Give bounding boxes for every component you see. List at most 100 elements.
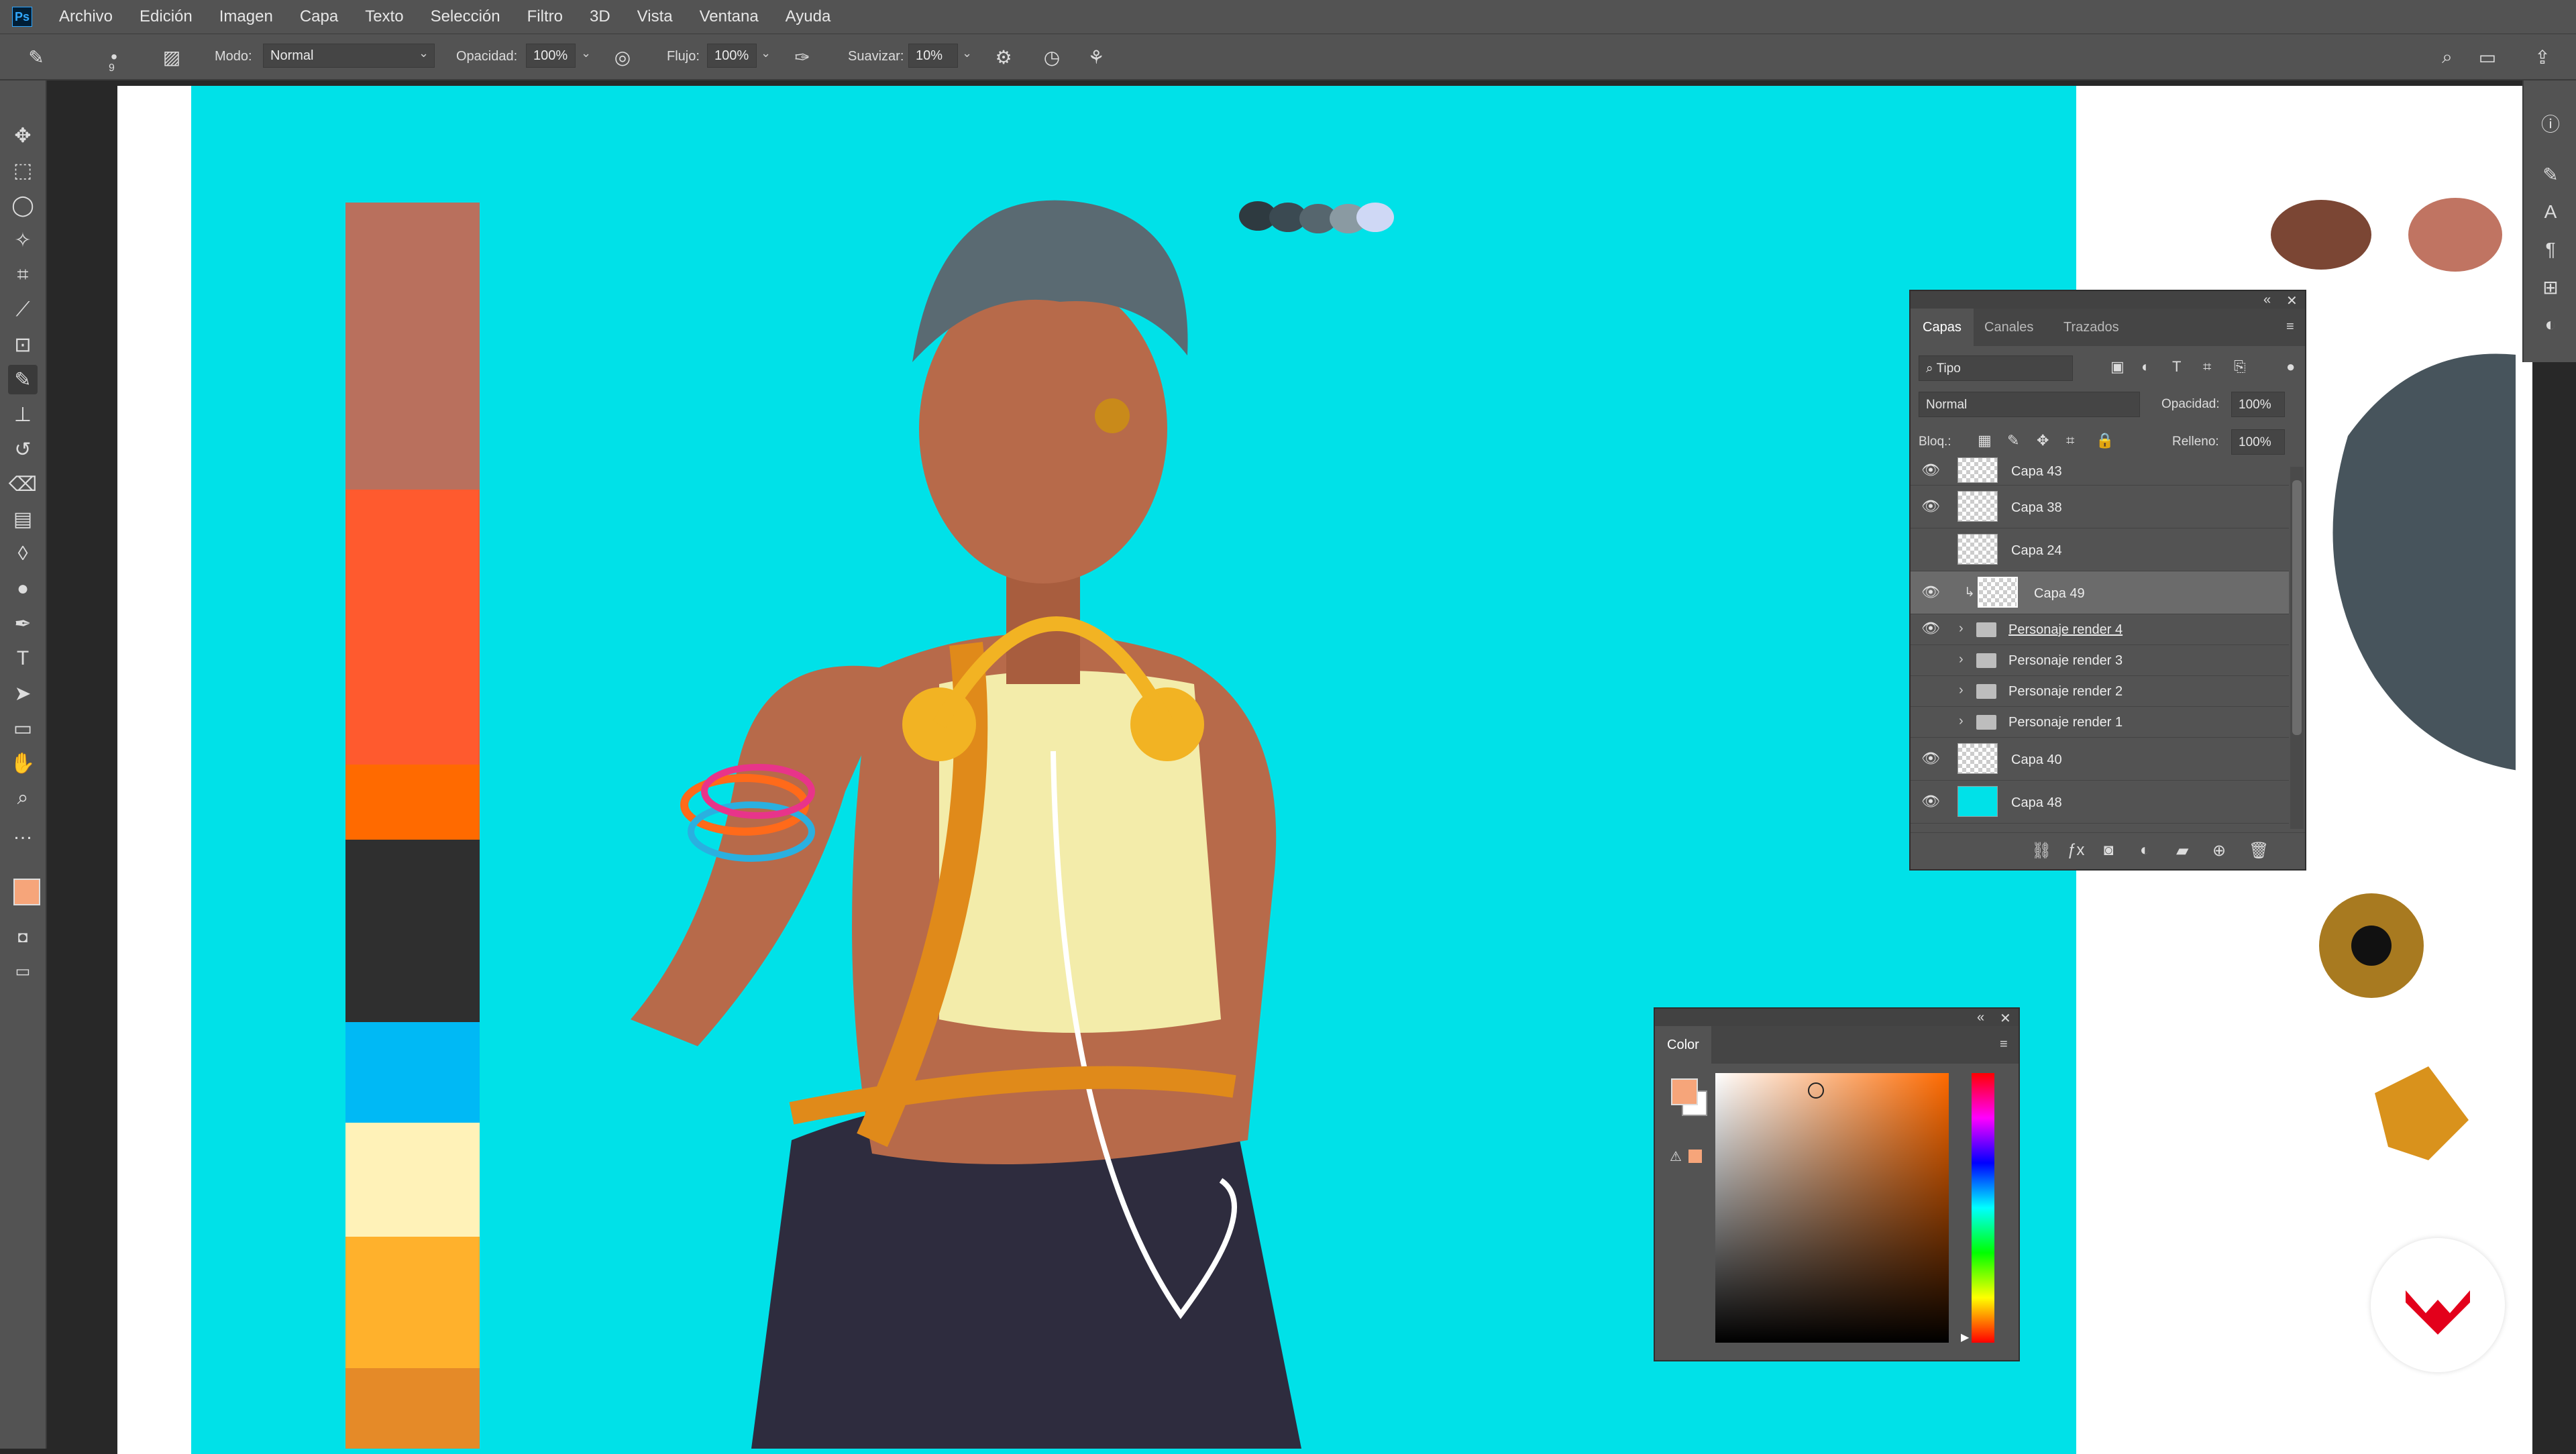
eye-hidden-icon[interactable]: 👁 (1921, 541, 1940, 558)
collapse-icon[interactable]: « (1977, 1010, 1984, 1025)
path-select-icon[interactable]: ➤ (8, 679, 38, 708)
search-icon[interactable]: ⌕ (2434, 44, 2461, 70)
pen-icon[interactable]: ✒ (8, 609, 38, 638)
airbrush-icon[interactable]: ✑ (789, 44, 816, 70)
mode-select[interactable]: Normal (263, 44, 435, 68)
photoshop-logo-icon[interactable]: Ps (12, 7, 32, 27)
blur-icon[interactable]: ◊ (8, 539, 38, 569)
rectangle-icon[interactable]: ▭ (8, 714, 38, 743)
layer-row[interactable]: 👁 Capa 38 (1911, 486, 2289, 528)
brush-angle-icon[interactable]: ◷ (1038, 44, 1065, 70)
screen-mode-icon[interactable]: ▭ (8, 956, 38, 986)
add-mask-icon[interactable]: ◙ (2104, 841, 2114, 860)
pressure-opacity-icon[interactable]: ◎ (609, 44, 636, 70)
adjustment-layer-icon[interactable]: ◐ (2140, 841, 2150, 860)
brush-settings-panel-icon[interactable]: ✎ (2537, 161, 2564, 188)
chevron-down-icon[interactable]: ⌄ (581, 46, 591, 60)
menu-texto[interactable]: Texto (365, 7, 403, 26)
share-icon[interactable]: ⇪ (2529, 44, 2556, 70)
panel-menu-icon[interactable]: ≡ (2286, 319, 2294, 335)
marquee-icon[interactable]: ⬚ (8, 156, 38, 185)
filter-adjustment-icon[interactable]: ◐ (2141, 358, 2150, 376)
layer-row[interactable]: 👁 Capa 40 (1911, 738, 2289, 781)
layer-group-row[interactable]: 👁 › Personaje render 4 (1911, 614, 2289, 645)
hand-icon[interactable]: ✋ (8, 748, 38, 778)
libraries-icon[interactable]: ⊞ (2537, 274, 2564, 300)
panel-header[interactable]: « ✕ (1911, 291, 2305, 309)
layer-fill-input[interactable]: 100% (2231, 429, 2285, 455)
move-icon[interactable]: ✥ (8, 121, 38, 150)
close-icon[interactable]: ✕ (2000, 1010, 2011, 1027)
filter-smart-object-icon[interactable]: ⎘ (2234, 358, 2246, 376)
filter-shape-icon[interactable]: ⌗ (2203, 358, 2211, 376)
eyedropper-icon[interactable]: ⟋ (8, 295, 38, 325)
opacity-input[interactable]: 100% (526, 44, 576, 68)
eye-icon[interactable]: 👁 (1921, 793, 1940, 810)
paragraph-icon[interactable]: ¶ (2537, 236, 2564, 263)
lock-pixels-icon[interactable]: ✎ (2007, 432, 2019, 449)
menu-3d[interactable]: 3D (590, 7, 610, 26)
brush-icon[interactable]: ✎ (8, 365, 38, 394)
hue-slider-handle-icon[interactable]: ▶ (1961, 1331, 1969, 1344)
tab-trazados[interactable]: Trazados (2051, 309, 2131, 346)
tab-capas[interactable]: Capas (1911, 309, 1974, 346)
panel-header[interactable]: « ✕ (1655, 1009, 2019, 1026)
chevron-right-icon[interactable]: › (1959, 652, 1964, 667)
link-layers-icon[interactable]: ⛓ (2031, 841, 2051, 860)
close-icon[interactable]: ✕ (2286, 292, 2298, 309)
menu-filtro[interactable]: Filtro (527, 7, 563, 26)
foreground-color-swatch[interactable] (13, 879, 40, 905)
gear-icon[interactable]: ⚙ (990, 44, 1017, 70)
lock-all-icon[interactable]: 🔒 (2096, 432, 2114, 449)
menu-edicion[interactable]: Edición (140, 7, 193, 26)
menu-archivo[interactable]: Archivo (59, 7, 113, 26)
character-panel-icon[interactable]: A (2537, 199, 2564, 225)
chevron-down-icon[interactable]: ⌄ (761, 46, 771, 60)
type-icon[interactable]: T (8, 644, 38, 673)
eye-icon[interactable]: 👁 (1921, 620, 1940, 637)
filter-type-icon[interactable]: T (2172, 358, 2181, 376)
menu-vista[interactable]: Vista (637, 7, 673, 26)
frame-icon[interactable]: ⊡ (8, 330, 38, 359)
color-picker-marker[interactable] (1808, 1082, 1824, 1099)
layer-row[interactable]: 👁 Capa 43 (1911, 457, 2289, 486)
symmetry-icon[interactable]: ⚘ (1083, 44, 1110, 70)
foreground-color-chip[interactable] (1671, 1078, 1698, 1105)
smoothing-input[interactable]: 10% (908, 44, 958, 68)
chevron-right-icon[interactable]: › (1959, 714, 1964, 729)
lock-artboard-icon[interactable]: ⌗ (2066, 432, 2074, 449)
hue-slider[interactable] (1972, 1073, 1994, 1343)
zoom-icon[interactable]: ⌕ (8, 783, 38, 813)
layer-group-row[interactable]: › Personaje render 2 (1911, 676, 2289, 707)
gamut-warning-icon[interactable]: ⚠ (1670, 1148, 1682, 1165)
chevron-right-icon[interactable]: › (1959, 621, 1964, 636)
layer-opacity-input[interactable]: 100% (2231, 392, 2285, 417)
menu-imagen[interactable]: Imagen (219, 7, 273, 26)
workspace-icon[interactable]: ▭ (2474, 44, 2501, 70)
stamp-icon[interactable]: ⊥ (8, 400, 38, 429)
eye-icon[interactable]: 👁 (1921, 583, 1940, 601)
eye-icon[interactable]: 👁 (1921, 461, 1940, 479)
new-layer-icon[interactable]: ⊕ (2212, 841, 2226, 860)
collapse-icon[interactable]: « (2263, 292, 2271, 308)
menu-ventana[interactable]: Ventana (700, 7, 759, 26)
trash-icon[interactable]: 🗑 (2249, 841, 2269, 860)
magic-wand-icon[interactable]: ✧ (8, 225, 38, 255)
eye-icon[interactable]: 👁 (1921, 750, 1940, 767)
layer-row[interactable]: 👁 Capa 48 (1911, 781, 2289, 824)
layer-row[interactable]: 👁 Capa 24 (1911, 528, 2289, 571)
menu-seleccion[interactable]: Selección (431, 7, 500, 26)
menu-capa[interactable]: Capa (300, 7, 338, 26)
layer-row-selected[interactable]: 👁 ↳ Capa 49 (1911, 571, 2289, 614)
eraser-icon[interactable]: ⌫ (8, 469, 38, 499)
dodge-icon[interactable]: ● (8, 574, 38, 604)
quick-mask-icon[interactable]: ◘ (8, 923, 38, 952)
filter-pixel-icon[interactable]: ▣ (2110, 358, 2125, 376)
more-icon[interactable]: … (8, 818, 38, 848)
gradient-icon[interactable]: ▤ (8, 504, 38, 534)
color-saturation-field[interactable] (1715, 1073, 1949, 1343)
panel-menu-icon[interactable]: ≡ (2000, 1037, 2008, 1052)
brush-preset-icon[interactable]: ✎ (23, 44, 50, 70)
eye-icon[interactable]: 👁 (1921, 498, 1940, 515)
menu-ayuda[interactable]: Ayuda (786, 7, 831, 26)
